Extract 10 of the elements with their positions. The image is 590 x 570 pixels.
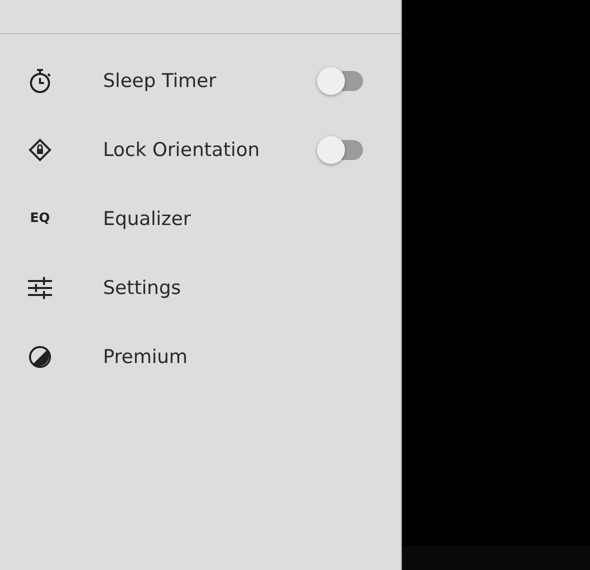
menu-item[interactable]: Lock Orientation — [103, 138, 319, 160]
menu-item[interactable]: Equalizer — [103, 208, 363, 230]
contrast-icon — [28, 344, 52, 368]
menu-item[interactable]: Premium — [103, 346, 363, 368]
stopwatch-icon — [28, 68, 52, 94]
rotation-lock-icon — [27, 136, 53, 162]
menu-item[interactable]: Settings — [103, 276, 363, 298]
equalizer-icon: EQ — [30, 211, 50, 226]
menu-item[interactable]: Sleep Timer — [103, 70, 319, 92]
sliders-icon — [27, 276, 53, 300]
